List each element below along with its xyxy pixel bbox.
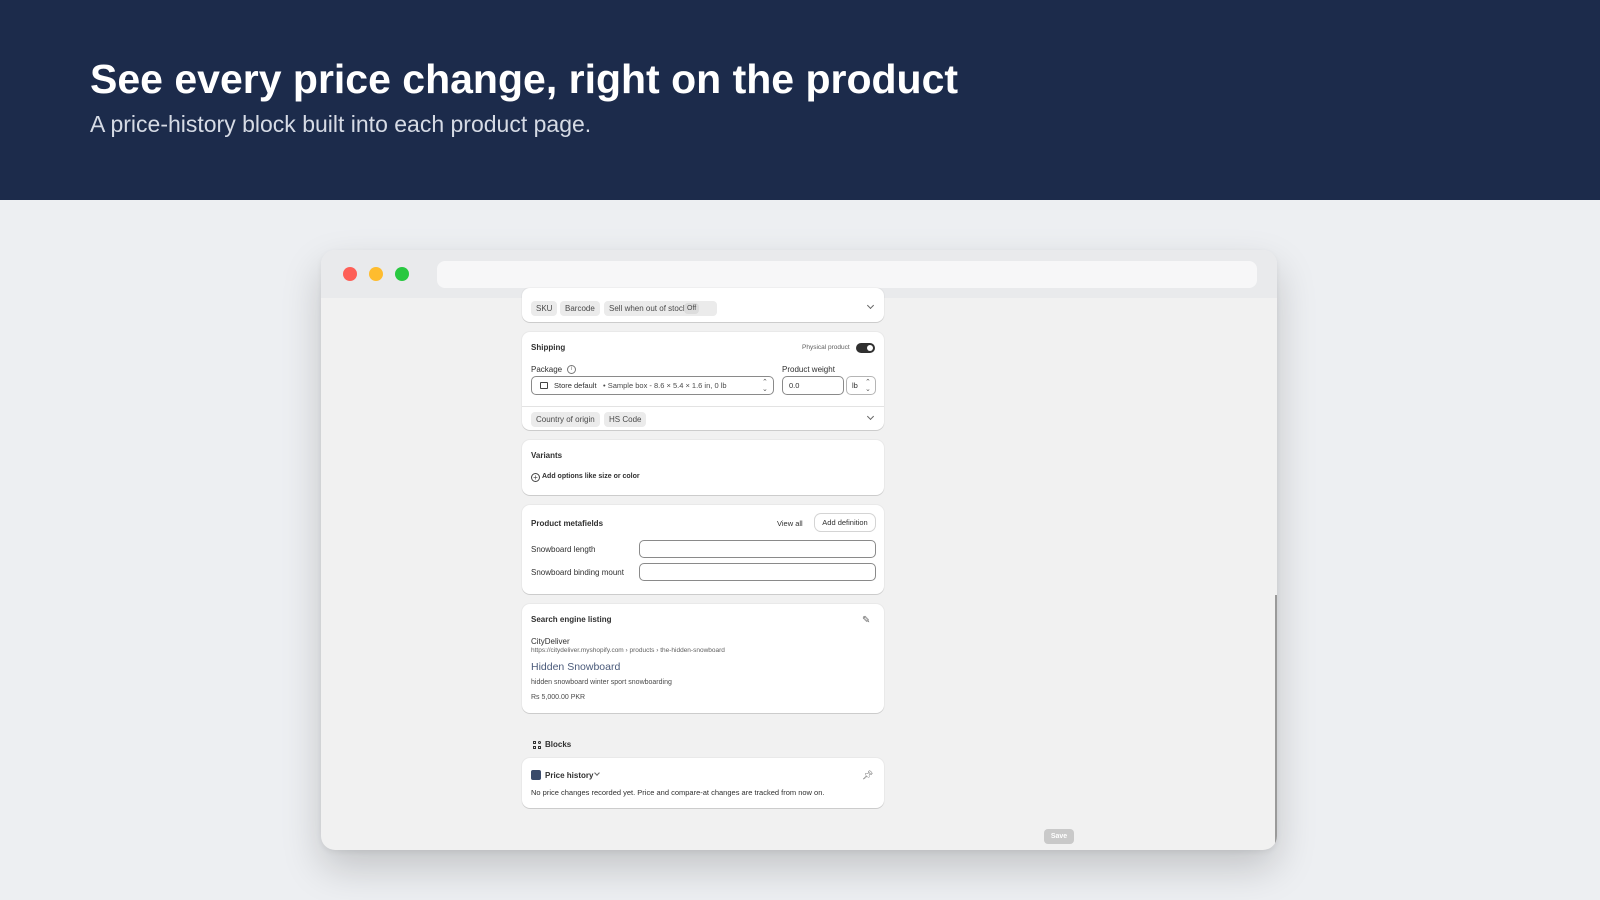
country-of-origin-chip[interactable]: Country of origin <box>531 412 600 427</box>
seo-card: Search engine listing ✎ CityDeliver http… <box>522 604 884 713</box>
product-weight-label: Product weight <box>782 365 835 374</box>
chevron-down-icon[interactable] <box>866 412 875 421</box>
seo-page-title: Hidden Snowboard <box>531 661 621 673</box>
seo-price: Rs 5,000.00 PKR <box>531 694 586 701</box>
chevron-down-icon[interactable] <box>866 301 875 310</box>
add-definition-button[interactable]: Add definition <box>815 514 875 531</box>
price-history-message: No price changes recorded yet. Price and… <box>531 788 825 797</box>
sell-out-of-stock-chip[interactable]: Sell when out of stock <box>604 301 717 316</box>
price-history-title[interactable]: Price history <box>545 771 593 780</box>
save-button[interactable]: Save <box>1044 829 1074 844</box>
product-weight-value: 0.0 <box>789 381 800 390</box>
snowboard-binding-mount-input[interactable] <box>639 563 876 581</box>
browser-window: SKU Barcode Sell when out of stock Off S… <box>321 250 1277 850</box>
package-detail: • Sample box - 8.6 × 5.4 × 1.6 in, 0 lb <box>603 381 727 390</box>
variants-card: Variants + Add options like size or colo… <box>522 440 884 495</box>
admin-content: SKU Barcode Sell when out of stock Off S… <box>321 288 1277 850</box>
edit-pencil-icon[interactable]: ✎ <box>862 615 870 626</box>
pin-icon[interactable]: 📌︎ <box>862 770 873 781</box>
divider <box>522 406 884 407</box>
price-history-block: Price history 📌︎ No price changes record… <box>522 758 884 808</box>
metafield-label: Snowboard length <box>531 545 596 554</box>
weight-unit-select[interactable]: lb ⌃ ⌄ <box>846 376 876 395</box>
sell-out-of-stock-label: Sell when out of stock <box>609 304 687 313</box>
blocks-icon <box>533 741 541 749</box>
add-circle-icon[interactable]: + <box>531 473 540 482</box>
physical-product-toggle[interactable] <box>856 343 875 353</box>
hero-subtitle: A price-history block built into each pr… <box>90 111 592 137</box>
metafields-title: Product metafields <box>531 519 604 528</box>
maximize-window-button[interactable] <box>395 267 409 281</box>
chevron-down-icon[interactable] <box>594 770 600 776</box>
package-label: Package <box>531 365 563 374</box>
weight-unit-value: lb <box>852 381 858 390</box>
shipping-card: Shipping Physical product Package i Prod… <box>522 332 884 430</box>
close-window-button[interactable] <box>343 267 357 281</box>
hero-title: See every price change, right on the pro… <box>90 56 959 102</box>
sku-chip[interactable]: SKU <box>531 301 558 316</box>
app-icon <box>531 770 541 780</box>
view-all-link[interactable]: View all <box>777 519 803 528</box>
seo-url: https://citydeliver.myshopify.com › prod… <box>531 647 725 654</box>
package-select[interactable]: Store default • Sample box - 8.6 × 5.4 ×… <box>531 376 774 395</box>
package-value: Store default <box>554 381 597 390</box>
hs-code-chip[interactable]: HS Code <box>604 412 647 427</box>
select-arrows-icon: ⌃ ⌄ <box>865 379 871 393</box>
product-weight-input[interactable]: 0.0 <box>782 376 844 395</box>
box-icon <box>540 382 548 389</box>
hero-banner: See every price change, right on the pro… <box>0 0 1600 200</box>
seo-description: hidden snowboard winter sport snowboardi… <box>531 679 672 686</box>
shipping-title: Shipping <box>531 343 566 352</box>
minimize-window-button[interactable] <box>369 267 383 281</box>
address-bar[interactable] <box>437 261 1257 288</box>
select-arrows-icon: ⌃ ⌄ <box>762 379 768 393</box>
seo-store-name: CityDeliver <box>531 637 570 646</box>
inventory-card: SKU Barcode Sell when out of stock Off <box>522 288 884 322</box>
barcode-chip[interactable]: Barcode <box>560 301 600 316</box>
blocks-section-label: Blocks <box>545 740 572 749</box>
metafield-label: Snowboard binding mount <box>531 568 624 577</box>
variants-title: Variants <box>531 451 563 460</box>
metafields-card: Product metafields View all Add definiti… <box>522 505 884 594</box>
info-icon[interactable]: i <box>567 365 576 374</box>
add-options-link[interactable]: Add options like size or color <box>542 473 640 480</box>
seo-title: Search engine listing <box>531 615 612 624</box>
physical-product-label: Physical product <box>802 344 850 351</box>
off-badge: Off <box>684 303 700 314</box>
snowboard-length-input[interactable] <box>639 540 876 558</box>
